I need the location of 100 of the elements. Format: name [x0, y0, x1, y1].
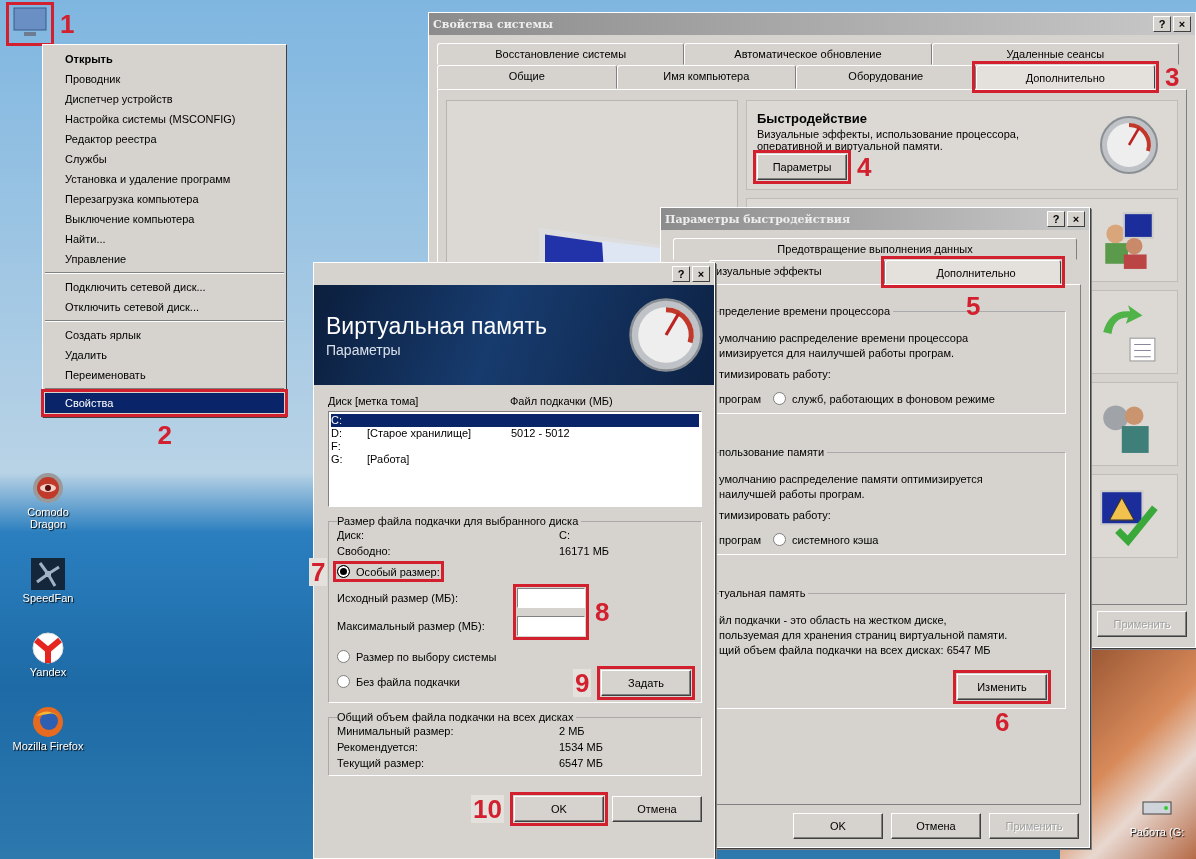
fan-icon[interactable] [28, 556, 68, 592]
table-cell-text: F: [331, 440, 342, 453]
step-number: 8 [595, 598, 610, 626]
menu-item[interactable]: Найти... [45, 229, 284, 249]
menu-item[interactable]: Свойства [45, 393, 284, 413]
desktop-icon-label[interactable]: Mozilla Firefox [8, 740, 88, 752]
radio-option[interactable]: системного кэша [773, 533, 879, 546]
menu-item[interactable]: Установка и удаление программ [45, 169, 284, 189]
menu-item[interactable]: Удалить [45, 345, 284, 365]
step-number: 6 [995, 708, 1010, 736]
field-value: 16171 МБ [559, 545, 610, 557]
option-label[interactable]: програм [719, 392, 761, 405]
field-value: 6547 МБ [559, 757, 603, 769]
section-heading: Быстродействие [757, 110, 868, 126]
tab[interactable]: Имя компьютера [616, 65, 796, 89]
section-description: Визуальные эффекты, использование процессора, оперативной и виртуальной памяти. [757, 127, 1020, 152]
column-header: Файл подкачки (МБ) [510, 395, 613, 407]
text-line: йл подкачки - это область на жестком диске, [719, 613, 948, 628]
text-line: щий объем файла подкачки на всех дисках: 6547 МБ [719, 643, 992, 658]
list-row[interactable]: C: [331, 414, 699, 427]
menu-item[interactable]: Отключить сетевой диск... [45, 297, 284, 317]
step-number: 2 [157, 421, 172, 449]
text-line: тимизировать работу: [719, 508, 832, 523]
table-cell-text: [Работа] [367, 453, 411, 466]
field-label: Диск: [337, 529, 365, 541]
table-cell-text: D: [331, 427, 343, 440]
list-row[interactable]: D: [Старое хранилище] 5012 - 5012 [331, 427, 699, 440]
button[interactable]: OK [514, 796, 604, 822]
menu-item[interactable]: Переименовать [45, 365, 284, 385]
step-number: 5 [966, 292, 981, 320]
tab[interactable]: Автоматическое обновление [684, 43, 932, 65]
group-title: пользование памяти [719, 446, 826, 458]
step-number: 1 [60, 10, 75, 38]
menu-item[interactable]: Настройка системы (MSCONFIG) [45, 109, 284, 129]
field-label: Свободно: [337, 545, 392, 557]
table-cell: 5012 - 5012 [511, 427, 570, 440]
menu-item[interactable]: Диспетчер устройств [45, 89, 284, 109]
menu-item[interactable]: Управление [45, 249, 284, 269]
button[interactable]: OK [793, 813, 883, 839]
input-field[interactable] [517, 588, 585, 608]
tab[interactable]: Восстановление системы [437, 43, 685, 65]
field-label: Исходный размер (МБ): [337, 592, 460, 604]
list-row[interactable]: G: [Работа] [331, 453, 699, 466]
radio-option[interactable]: Размер по выбору системы [337, 650, 497, 663]
tab[interactable]: Дополнительно [975, 65, 1155, 89]
text-line: умолчанию распределение памяти оптимизируется [719, 472, 984, 487]
step-number: 3 [1165, 63, 1180, 91]
button[interactable]: Отмена [612, 796, 702, 822]
desktop-icon-label[interactable]: Comodo Dragon [8, 506, 88, 530]
menu-item[interactable]: Проводник [45, 69, 284, 89]
close-button[interactable]: × [692, 266, 710, 282]
tab[interactable]: Предотвращение выполнения данных [673, 238, 1077, 260]
field-label: Минимальный размер: [337, 725, 455, 737]
text-line: наилучшей работы програм. [719, 487, 866, 502]
dialog-subheading: Параметры [326, 341, 402, 358]
tab[interactable]: Оборудование [796, 65, 976, 89]
column-header: Диск [метка тома] [328, 395, 420, 407]
text-line: умолчанию распределение времени процессора [719, 331, 970, 346]
text-line: пользуемая для хранения страниц виртуальной памяти. [719, 628, 1009, 643]
field-value: C: [559, 529, 570, 541]
set-button[interactable]: Задать [601, 670, 691, 696]
group-title: туальная память [719, 587, 807, 599]
table-cell-text: C: [331, 414, 343, 427]
menu-item[interactable]: Редактор реестра [45, 129, 284, 149]
desktop-icon-label[interactable]: Yandex [8, 666, 88, 678]
change-button[interactable]: Изменить [957, 674, 1047, 700]
table-cell-text: [Старое хранилище] [367, 427, 473, 440]
radio-option[interactable]: служб, работающих в фоновом режиме [773, 392, 995, 405]
step-number: 9 [573, 669, 592, 697]
tab[interactable]: Общие [437, 65, 617, 89]
menu-item[interactable]: Подключить сетевой диск... [45, 277, 284, 297]
step-number: 7 [309, 557, 328, 586]
menu-item[interactable]: Перезагрузка компьютера [45, 189, 284, 209]
menu-item[interactable]: Открыть [45, 49, 284, 69]
field-label: Максимальный размер (МБ): [337, 620, 486, 632]
input-field[interactable] [517, 616, 585, 636]
tab[interactable]: Дополнительно [885, 260, 1061, 284]
window-title: Параметры быстродействия [665, 212, 851, 226]
gauge-icon [1099, 115, 1159, 175]
menu-item[interactable]: Создать ярлык [45, 325, 284, 345]
option-label[interactable]: програм [719, 533, 761, 546]
field-label: Текущий размер: [337, 757, 426, 769]
group-title: Общий объем файла подкачки на всех дисках [337, 711, 575, 723]
text-line: имизируется для наилучшей работы програм. [719, 346, 956, 361]
list-row[interactable]: F: [331, 440, 699, 453]
radio-option[interactable]: Без файла подкачки [337, 675, 460, 688]
step-number: 10 [471, 795, 504, 823]
menu-item[interactable]: Службы [45, 149, 284, 169]
desktop-icon-label[interactable]: SpeedFan [8, 592, 88, 604]
group-title: Размер файла подкачки для выбранного диска [337, 515, 580, 527]
gauge-icon [628, 297, 704, 373]
table-cell-text: G: [331, 453, 344, 466]
field-value: 2 МБ [559, 725, 585, 737]
menu-item[interactable]: Выключение компьютера [45, 209, 284, 229]
button[interactable]: Отмена [891, 813, 981, 839]
radio-option[interactable]: Особый размер: [337, 565, 440, 578]
text-line: тимизировать работу: [719, 367, 832, 382]
field-value: 1534 МБ [559, 741, 603, 753]
help-button[interactable]: ? [672, 266, 690, 282]
settings-button[interactable]: Параметры [757, 153, 847, 180]
